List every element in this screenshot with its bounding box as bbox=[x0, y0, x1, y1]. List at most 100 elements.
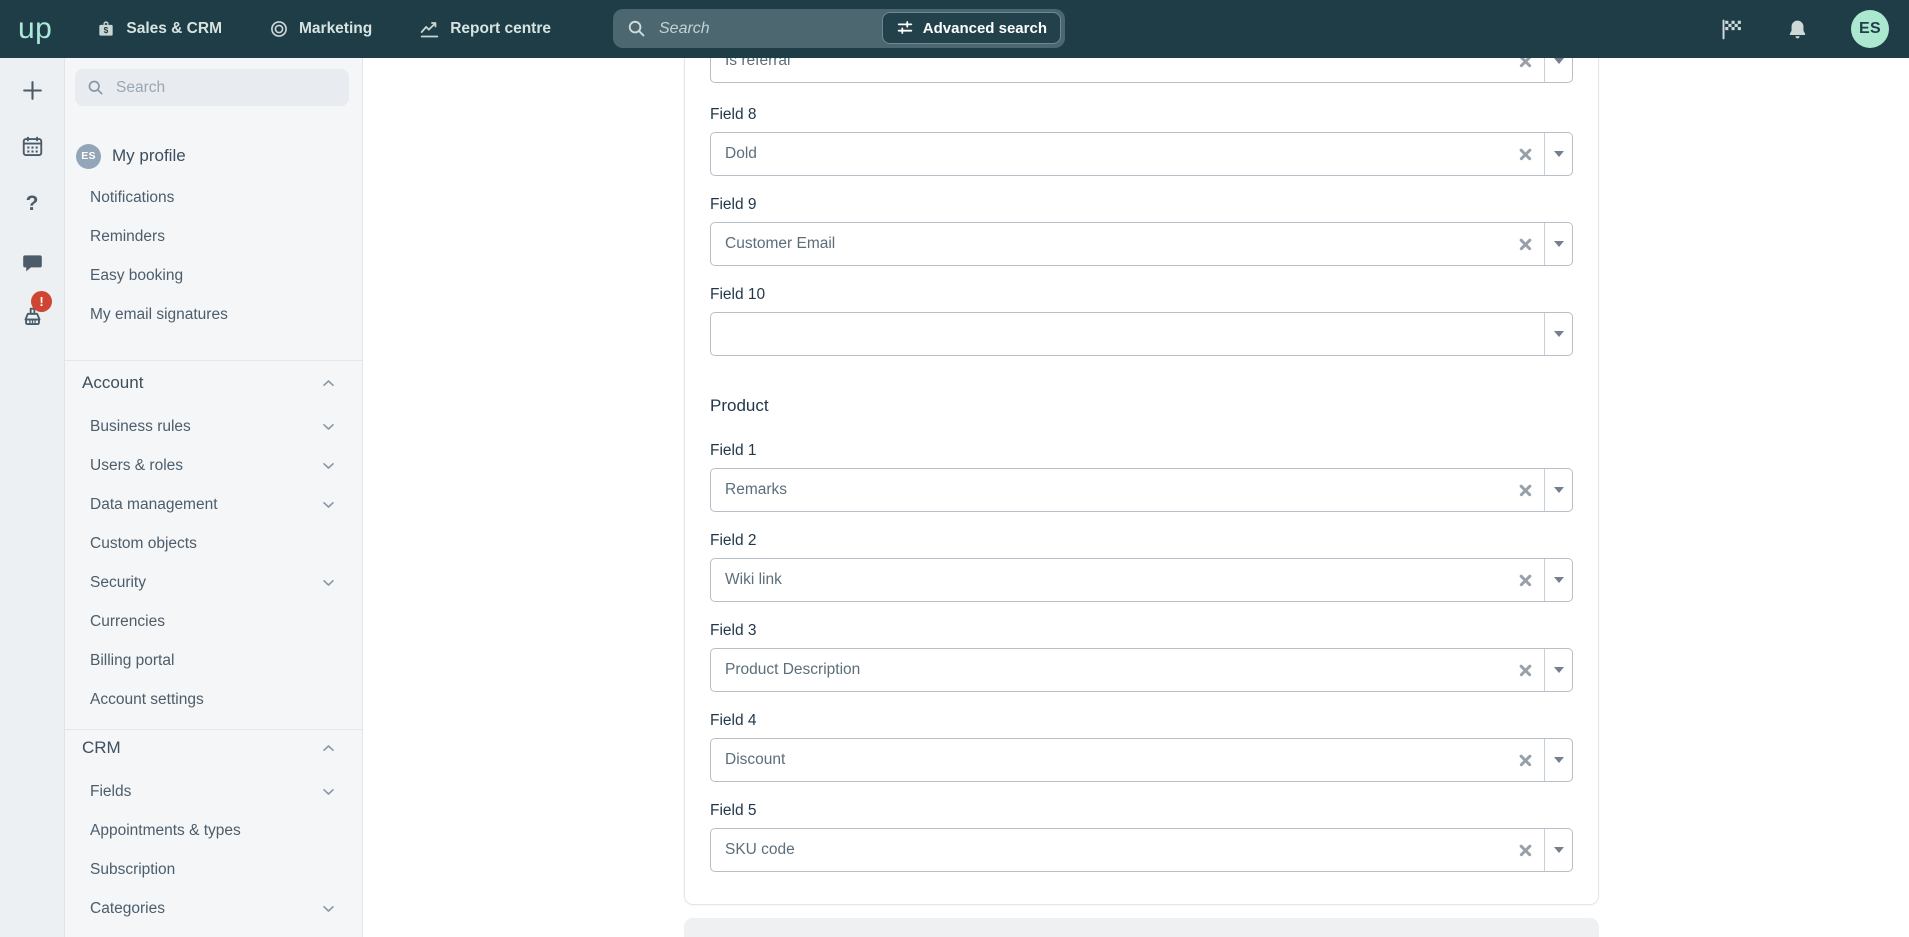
field-select-is-referral[interactable]: Is referral bbox=[710, 58, 1573, 83]
sidebar-item-categories[interactable]: Categories bbox=[65, 889, 362, 928]
section-items: Business rules Users & roles Data manageme… bbox=[65, 407, 362, 719]
partial-field-container: Is referral bbox=[710, 58, 1573, 83]
sidebar-item-easy-booking[interactable]: Easy booking bbox=[65, 256, 362, 295]
clear-icon[interactable] bbox=[1518, 573, 1533, 588]
sidebar-item-subscription[interactable]: Subscription bbox=[65, 850, 362, 889]
sidebar-item-users-roles[interactable]: Users & roles bbox=[65, 446, 362, 485]
field-label: Field 10 bbox=[710, 286, 766, 303]
dropdown-toggle[interactable] bbox=[1544, 829, 1572, 871]
dropdown-arrow-icon bbox=[1553, 487, 1564, 493]
sidebar-item-appointments-types[interactable]: Appointments & types bbox=[65, 811, 362, 850]
field-label: Field 3 bbox=[710, 622, 757, 639]
field-select-field-8[interactable]: Dold bbox=[710, 132, 1573, 176]
svg-text:$: $ bbox=[104, 25, 109, 35]
sidebar-item-reminders[interactable]: Reminders bbox=[65, 217, 362, 256]
field-select-field-2[interactable]: Wiki link bbox=[710, 558, 1573, 602]
sidebar-item-account-settings[interactable]: Account settings bbox=[65, 680, 362, 719]
alert-badge[interactable]: ! bbox=[31, 291, 52, 312]
nav-label: Marketing bbox=[299, 20, 373, 37]
field-row-field-10: Field 10 bbox=[710, 284, 1573, 356]
help-icon[interactable]: ? bbox=[15, 187, 49, 221]
clear-icon[interactable] bbox=[1518, 483, 1533, 498]
dropdown-arrow-icon bbox=[1553, 667, 1564, 673]
field-select-field-9[interactable]: Customer Email bbox=[710, 222, 1573, 266]
clear-icon[interactable] bbox=[1518, 147, 1533, 162]
sidebar-search bbox=[75, 69, 349, 106]
dropdown-toggle[interactable] bbox=[1544, 559, 1572, 601]
sidebar-search-input[interactable] bbox=[114, 77, 337, 98]
field-label: Field 2 bbox=[710, 532, 757, 549]
calendar-icon[interactable] bbox=[15, 129, 49, 163]
app-logo[interactable]: up bbox=[18, 14, 52, 44]
dropdown-arrow-icon bbox=[1553, 847, 1564, 853]
clear-icon[interactable] bbox=[1518, 58, 1533, 69]
field-select-field-5[interactable]: SKU code bbox=[710, 828, 1573, 872]
nav-item-marketing[interactable]: Marketing bbox=[269, 19, 372, 40]
chevron-down-icon bbox=[323, 905, 334, 912]
field-row-field-5: Field 5 SKU code bbox=[710, 800, 1573, 872]
sidebar-item-business-rules[interactable]: Business rules bbox=[65, 407, 362, 446]
settings-sidebar: ES My profile Notifications Reminders Easy… bbox=[65, 58, 363, 937]
field-select-field-1[interactable]: Remarks bbox=[710, 468, 1573, 512]
main-content: Is referral Field 8 Dold Field 9 Customer E… bbox=[363, 58, 1909, 937]
field-value: Discount bbox=[725, 751, 786, 768]
chat-icon[interactable] bbox=[15, 245, 49, 279]
checkered-flag-icon[interactable] bbox=[1719, 17, 1744, 42]
dropdown-toggle[interactable] bbox=[1544, 223, 1572, 265]
dropdown-arrow-icon bbox=[1553, 577, 1564, 583]
line-chart-icon bbox=[419, 19, 440, 40]
section-heading-product: Product bbox=[710, 396, 769, 415]
sidebar-item-label: Custom objects bbox=[90, 534, 197, 552]
nav-item-sales-crm[interactable]: $ Sales & CRM bbox=[96, 19, 222, 40]
top-navigation-bar: up $ Sales & CRM Marketing Report centre bbox=[0, 0, 1909, 58]
sidebar-item-billing-portal[interactable]: Billing portal bbox=[65, 641, 362, 680]
dropdown-toggle[interactable] bbox=[1544, 649, 1572, 691]
dropdown-toggle[interactable] bbox=[1544, 133, 1572, 175]
field-select-field-3[interactable]: Product Description bbox=[710, 648, 1573, 692]
target-icon bbox=[269, 19, 289, 39]
bell-icon[interactable] bbox=[1786, 18, 1809, 41]
nav-item-report-centre[interactable]: Report centre bbox=[419, 19, 551, 40]
section-header-crm[interactable]: CRM bbox=[65, 733, 362, 763]
advanced-search-button[interactable]: Advanced search bbox=[881, 12, 1061, 44]
clear-icon[interactable] bbox=[1518, 663, 1533, 678]
dropdown-arrow-icon bbox=[1553, 757, 1564, 763]
dropdown-toggle[interactable] bbox=[1544, 739, 1572, 781]
dropdown-toggle[interactable] bbox=[1544, 58, 1572, 82]
search-icon bbox=[627, 19, 646, 38]
sidebar-item-data-management[interactable]: Data management bbox=[65, 485, 362, 524]
plus-icon[interactable] bbox=[15, 73, 49, 107]
clear-icon[interactable] bbox=[1518, 843, 1533, 858]
sidebar-item-label: Users & roles bbox=[90, 456, 184, 474]
field-value: Dold bbox=[725, 145, 757, 162]
field-value: SKU code bbox=[725, 841, 795, 858]
field-label: Field 5 bbox=[710, 802, 757, 819]
clear-icon[interactable] bbox=[1518, 753, 1533, 768]
custom-fields-card: Is referral Field 8 Dold Field 9 Customer E… bbox=[684, 58, 1599, 905]
chevron-down-icon bbox=[323, 423, 334, 430]
user-avatar[interactable]: ES bbox=[1851, 10, 1889, 48]
next-section-band bbox=[684, 918, 1599, 937]
field-select-field-4[interactable]: Discount bbox=[710, 738, 1573, 782]
dropdown-toggle[interactable] bbox=[1544, 469, 1572, 511]
field-row: Is referral bbox=[710, 58, 1573, 83]
divider bbox=[65, 360, 362, 361]
section-header-account[interactable]: Account bbox=[65, 368, 362, 398]
fields-group-top: Field 8 Dold Field 9 Customer Email Field 10 bbox=[710, 104, 1573, 356]
dropdown-arrow-icon bbox=[1553, 241, 1564, 247]
field-select-field-10[interactable] bbox=[710, 312, 1573, 356]
sidebar-item-my-email-signatures[interactable]: My email signatures bbox=[65, 295, 362, 334]
clear-icon[interactable] bbox=[1518, 237, 1533, 252]
sidebar-item-currencies[interactable]: Currencies bbox=[65, 602, 362, 641]
sidebar-item-my-profile[interactable]: ES My profile bbox=[65, 142, 362, 170]
chevron-down-icon bbox=[323, 501, 334, 508]
sidebar-item-custom-objects[interactable]: Custom objects bbox=[65, 524, 362, 563]
briefcase-dollar-icon: $ bbox=[96, 19, 116, 39]
sidebar-item-security[interactable]: Security bbox=[65, 563, 362, 602]
sidebar-item-fields[interactable]: Fields bbox=[65, 772, 362, 811]
sidebar-item-notifications[interactable]: Notifications bbox=[65, 178, 362, 217]
search-icon bbox=[87, 79, 104, 96]
sidebar-item-label: Categories bbox=[90, 899, 165, 917]
dropdown-toggle[interactable] bbox=[1544, 313, 1572, 355]
advanced-search-label: Advanced search bbox=[922, 19, 1047, 37]
